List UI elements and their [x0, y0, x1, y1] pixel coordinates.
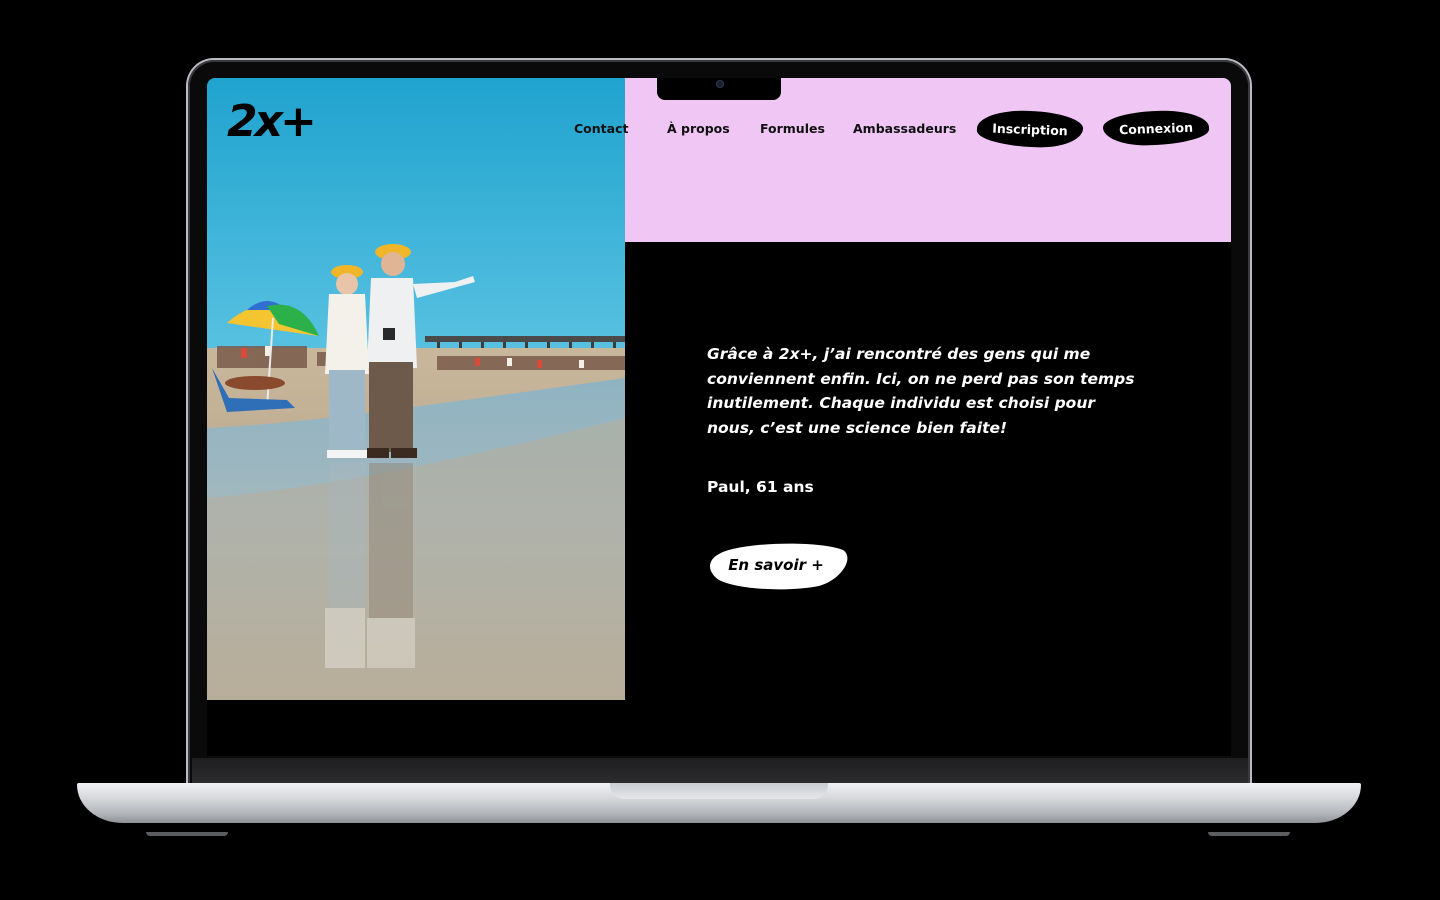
- signup-button-label: Inscription: [991, 120, 1069, 138]
- camera-icon: [716, 80, 724, 88]
- laptop-base: [77, 783, 1361, 823]
- site-logo[interactable]: 2x+: [227, 100, 317, 144]
- laptop-hinge: [192, 758, 1248, 784]
- website-screen: 2x+ Contact À propos Formules Ambassadeu…: [207, 78, 1231, 756]
- login-button-label: Connexion: [1118, 119, 1194, 137]
- laptop-base-notch: [610, 783, 828, 799]
- camera-notch: [657, 78, 781, 100]
- header-panel: [625, 78, 1231, 242]
- learn-more-label: En savoir +: [728, 556, 824, 574]
- nav-about[interactable]: À propos: [667, 121, 730, 136]
- laptop-foot-right: [1208, 832, 1290, 836]
- nav-contact[interactable]: Contact: [574, 121, 628, 136]
- learn-more-button[interactable]: En savoir +: [709, 540, 849, 590]
- testimonial-quote: Grâce à 2x+, j’ai rencontré des gens qui…: [707, 345, 1135, 437]
- hero-photo: [207, 78, 625, 700]
- nav-ambassadors[interactable]: Ambassadeurs: [853, 121, 956, 136]
- laptop-foot-left: [146, 832, 228, 836]
- nav-plans[interactable]: Formules: [760, 121, 825, 136]
- testimonial-author: Paul, 61 ans: [707, 478, 814, 496]
